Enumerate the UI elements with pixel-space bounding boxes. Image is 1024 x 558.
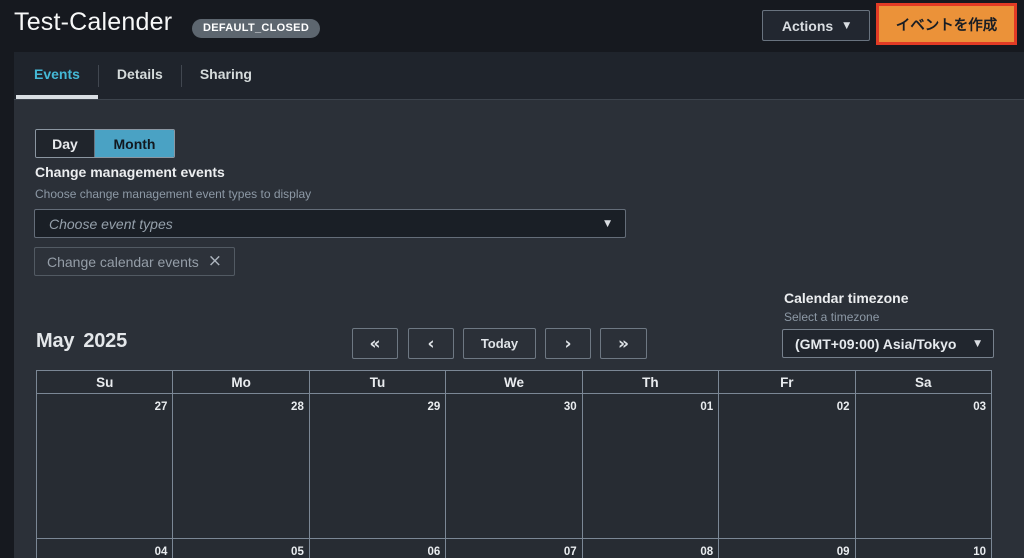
day-number: 04 [155, 546, 168, 558]
tab-sharing[interactable]: Sharing [182, 52, 270, 99]
day-number: 06 [427, 546, 440, 558]
timezone-sub-label: Select a timezone [784, 310, 879, 324]
status-badge: DEFAULT_CLOSED [192, 19, 320, 38]
annotation-highlight: イベントを作成 [876, 3, 1017, 45]
tab-details[interactable]: Details [99, 52, 181, 99]
day-number: 29 [427, 401, 440, 413]
event-types-select[interactable]: Choose event types ▼ [34, 209, 626, 238]
day-number: 07 [564, 546, 577, 558]
next-month-button[interactable]: › [545, 328, 591, 359]
chevron-down-icon: ▼ [843, 21, 850, 31]
year-label: 2025 [83, 330, 127, 353]
calendar-week-row: 27 28 29 30 01 02 03 [37, 394, 992, 539]
calendar-week-row: 04 05 06 07 08 09 10 [37, 539, 992, 558]
day-number: 27 [155, 401, 168, 413]
change-management-description: Choose change management event types to … [35, 187, 311, 201]
weekday-header: Tu [309, 371, 445, 394]
tab-bar: Events Details Sharing [14, 52, 1024, 100]
selected-event-type-token: Change calendar events × [34, 247, 235, 276]
calendar-day-cell[interactable]: 03 [855, 394, 991, 539]
calendar-day-cell[interactable]: 06 [309, 539, 445, 558]
change-management-heading: Change management events [35, 164, 225, 180]
actions-button[interactable]: Actions ▼ [762, 10, 870, 41]
token-label: Change calendar events [47, 254, 199, 270]
day-number: 03 [973, 401, 986, 413]
timezone-selected-value: (GMT+09:00) Asia/Tokyo [795, 336, 974, 352]
calendar-day-cell[interactable]: 07 [446, 539, 582, 558]
next-year-button[interactable]: » [600, 328, 647, 359]
month-title: May 2025 [36, 330, 127, 353]
timezone-heading: Calendar timezone [784, 290, 908, 306]
timezone-select[interactable]: (GMT+09:00) Asia/Tokyo ▼ [782, 329, 994, 358]
weekday-header: We [446, 371, 582, 394]
calendar-day-cell[interactable]: 30 [446, 394, 582, 539]
calendar-panel: Events Details Sharing Day Month Change … [14, 52, 1024, 558]
prev-year-button[interactable]: « [352, 328, 398, 359]
calendar-day-cell[interactable]: 05 [173, 539, 309, 558]
today-button[interactable]: Today [463, 328, 536, 359]
calendar-day-cell[interactable]: 10 [855, 539, 991, 558]
weekday-header: Mo [173, 371, 309, 394]
calendar-day-cell[interactable]: 02 [719, 394, 855, 539]
day-number: 28 [291, 401, 304, 413]
weekday-header: Sa [855, 371, 991, 394]
chevron-down-icon: ▼ [974, 339, 981, 349]
page-header: Test-Calender DEFAULT_CLOSED Actions ▼ イ… [0, 0, 1024, 52]
page-title: Test-Calender [14, 8, 172, 37]
tab-events[interactable]: Events [16, 52, 98, 99]
create-event-button[interactable]: イベントを作成 [879, 6, 1014, 42]
day-number: 05 [291, 546, 304, 558]
day-number: 01 [700, 401, 713, 413]
month-calendar: Su Mo Tu We Th Fr Sa 27 28 29 30 01 02 0… [36, 370, 992, 558]
weekday-header: Th [582, 371, 718, 394]
day-number: 09 [837, 546, 850, 558]
calendar-day-cell[interactable]: 08 [582, 539, 718, 558]
actions-button-label: Actions [782, 18, 833, 34]
calendar-day-cell[interactable]: 04 [37, 539, 173, 558]
day-number: 30 [564, 401, 577, 413]
calendar-day-cell[interactable]: 01 [582, 394, 718, 539]
day-view-button[interactable]: Day [36, 130, 95, 157]
weekday-header-row: Su Mo Tu We Th Fr Sa [37, 371, 992, 394]
event-types-placeholder: Choose event types [49, 216, 604, 232]
calendar-day-cell[interactable]: 09 [719, 539, 855, 558]
day-number: 08 [700, 546, 713, 558]
calendar-day-cell[interactable]: 27 [37, 394, 173, 539]
month-view-button[interactable]: Month [95, 130, 174, 157]
close-icon[interactable]: × [208, 253, 222, 270]
day-number: 10 [973, 546, 986, 558]
day-number: 02 [837, 401, 850, 413]
chevron-down-icon: ▼ [604, 219, 611, 229]
calendar-day-cell[interactable]: 28 [173, 394, 309, 539]
calendar-day-cell[interactable]: 29 [309, 394, 445, 539]
view-toggle: Day Month [35, 129, 175, 158]
month-label: May [36, 330, 74, 353]
prev-month-button[interactable]: ‹ [408, 328, 454, 359]
weekday-header: Fr [719, 371, 855, 394]
weekday-header: Su [37, 371, 173, 394]
